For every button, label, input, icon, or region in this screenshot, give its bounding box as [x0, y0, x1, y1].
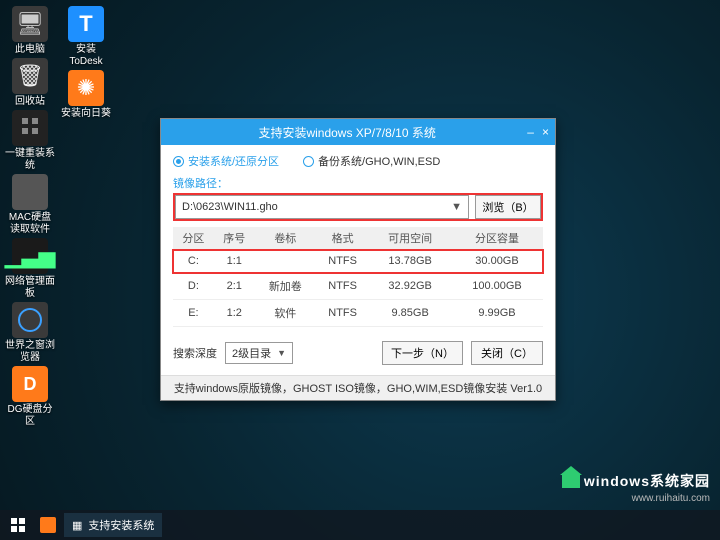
pinned-app-icon — [40, 517, 56, 533]
icon-label: 网络管理面板 — [4, 276, 56, 300]
start-button[interactable] — [4, 513, 32, 537]
desktop-icon-column-1: 🖥 此电脑 🗑 回收站 一键重装系统 MAC硬盘读取软件 ▁▃▅ 网络管理面板 … — [4, 6, 56, 428]
image-path-row: D:\0623\WIN11.gho ▼ 浏览（B） — [173, 193, 543, 221]
install-dialog: 支持安装windows XP/7/8/10 系统 – × 安装系统/还原分区 备… — [160, 118, 556, 401]
table-row[interactable]: D: 2:1 新加卷 NTFS 32.92GB 100.00GB — [173, 273, 543, 300]
radio-label: 备份系统/GHO,WIN,ESD — [318, 153, 440, 169]
grid-icon: ▦ — [72, 519, 82, 532]
close-button[interactable]: × — [542, 125, 549, 139]
taskbar-app-label: 支持安装系统 — [88, 517, 154, 533]
dg-icon: D — [12, 366, 48, 402]
col-fs[interactable]: 格式 — [316, 227, 369, 250]
taskbar-app-install-system[interactable]: ▦ 支持安装系统 — [64, 513, 162, 537]
radio-backup[interactable]: 备份系统/GHO,WIN,ESD — [303, 153, 440, 169]
desktop-icon-network-panel[interactable]: ▁▃▅ 网络管理面板 — [4, 238, 56, 300]
icon-label: 世界之窗浏览器 — [4, 340, 56, 364]
taskbar: ▦ 支持安装系统 — [0, 510, 720, 540]
radio-label: 安装系统/还原分区 — [188, 153, 279, 169]
radio-dot-icon — [303, 156, 314, 167]
mode-radio-group: 安装系统/还原分区 备份系统/GHO,WIN,ESD — [173, 153, 543, 169]
partition-table: 分区 序号 卷标 格式 可用空间 分区容量 C: 1:1 NTFS 13.78 — [173, 227, 543, 327]
desktop-icon-install-sunflower[interactable]: ✺ 安装向日葵 — [60, 70, 112, 120]
radio-install-restore[interactable]: 安装系统/还原分区 — [173, 153, 279, 169]
windows-logo-icon — [11, 518, 25, 532]
chevron-down-icon: ▼ — [451, 201, 462, 213]
radio-dot-icon — [173, 156, 184, 167]
table-row[interactable]: E: 1:2 软件 NTFS 9.85GB 9.99GB — [173, 300, 543, 327]
desktop-icon-column-2: T 安装ToDesk ✺ 安装向日葵 — [60, 6, 112, 120]
sunflower-icon: ✺ — [68, 70, 104, 106]
todesk-icon: T — [68, 6, 104, 42]
icon-label: MAC硬盘读取软件 — [4, 212, 56, 236]
house-icon — [562, 474, 580, 488]
search-depth-label: 搜索深度 — [173, 345, 217, 361]
desktop-icon-this-pc[interactable]: 🖥 此电脑 — [4, 6, 56, 56]
watermark-brand: windows系统家园 — [584, 471, 710, 491]
dialog-titlebar[interactable]: 支持安装windows XP/7/8/10 系统 – × — [161, 119, 555, 145]
search-depth-combobox[interactable]: 2级目录 ▼ — [225, 342, 293, 364]
table-header-row: 分区 序号 卷标 格式 可用空间 分区容量 — [173, 227, 543, 250]
col-index[interactable]: 序号 — [214, 227, 255, 250]
desktop-icon-world-window-browser[interactable]: 世界之窗浏览器 — [4, 302, 56, 364]
next-button[interactable]: 下一步（N） — [382, 341, 463, 365]
recycle-bin-icon: 🗑 — [12, 58, 48, 94]
chevron-down-icon: ▼ — [277, 348, 286, 358]
image-path-label: 镜像路径： — [173, 175, 543, 191]
image-path-value: D:\0623\WIN11.gho — [182, 201, 278, 213]
dialog-title: 支持安装windows XP/7/8/10 系统 — [167, 124, 527, 141]
col-partition[interactable]: 分区 — [173, 227, 214, 250]
icon-label: 安装ToDesk — [60, 44, 112, 68]
image-path-combobox[interactable]: D:\0623\WIN11.gho ▼ — [175, 195, 469, 219]
search-depth-value: 2级目录 — [232, 345, 271, 361]
browse-button[interactable]: 浏览（B） — [475, 195, 541, 219]
close-dialog-button[interactable]: 关闭（C） — [471, 341, 543, 365]
watermark: windows系统家园 www.ruihaitu.com — [562, 471, 710, 504]
watermark-url: www.ruihaitu.com — [632, 493, 710, 504]
minimize-button[interactable]: – — [527, 125, 534, 139]
support-info-bar: 支持windows原版镜像，GHOST ISO镜像，GHO,WIM,ESD镜像安… — [161, 375, 555, 400]
desktop-icon-recycle-bin[interactable]: 🗑 回收站 — [4, 58, 56, 108]
partition-table-wrap: ↖ 分区 序号 卷标 格式 可用空间 分区容量 C: 1:1 — [173, 227, 543, 327]
icon-label: 安装向日葵 — [61, 108, 111, 120]
taskbar-pinned-app[interactable] — [36, 513, 60, 537]
network-icon: ▁▃▅ — [12, 238, 48, 274]
icon-label: 此电脑 — [15, 44, 45, 56]
desktop-icon-install-todesk[interactable]: T 安装ToDesk — [60, 6, 112, 68]
icon-label: 一键重装系统 — [4, 148, 56, 172]
pc-icon: 🖥 — [12, 6, 48, 42]
dialog-body: 安装系统/还原分区 备份系统/GHO,WIN,ESD 镜像路径： D:\0623… — [161, 145, 555, 375]
desktop-icon-onekey-reinstall[interactable]: 一键重装系统 — [4, 110, 56, 172]
icon-label: DG硬盘分区 — [4, 404, 56, 428]
desktop-icon-dg-partition[interactable]: D DG硬盘分区 — [4, 366, 56, 428]
icon-label: 回收站 — [15, 96, 45, 108]
col-capacity[interactable]: 分区容量 — [451, 227, 543, 250]
desktop-icon-mac-disk-reader[interactable]: MAC硬盘读取软件 — [4, 174, 56, 236]
col-free[interactable]: 可用空间 — [369, 227, 451, 250]
globe-icon — [12, 302, 48, 338]
reinstall-icon — [12, 110, 48, 146]
apple-icon — [12, 174, 48, 210]
col-volume[interactable]: 卷标 — [255, 227, 316, 250]
table-row[interactable]: C: 1:1 NTFS 13.78GB 30.00GB — [173, 250, 543, 273]
dialog-footer: 搜索深度 2级目录 ▼ 下一步（N） 关闭（C） — [173, 341, 543, 365]
